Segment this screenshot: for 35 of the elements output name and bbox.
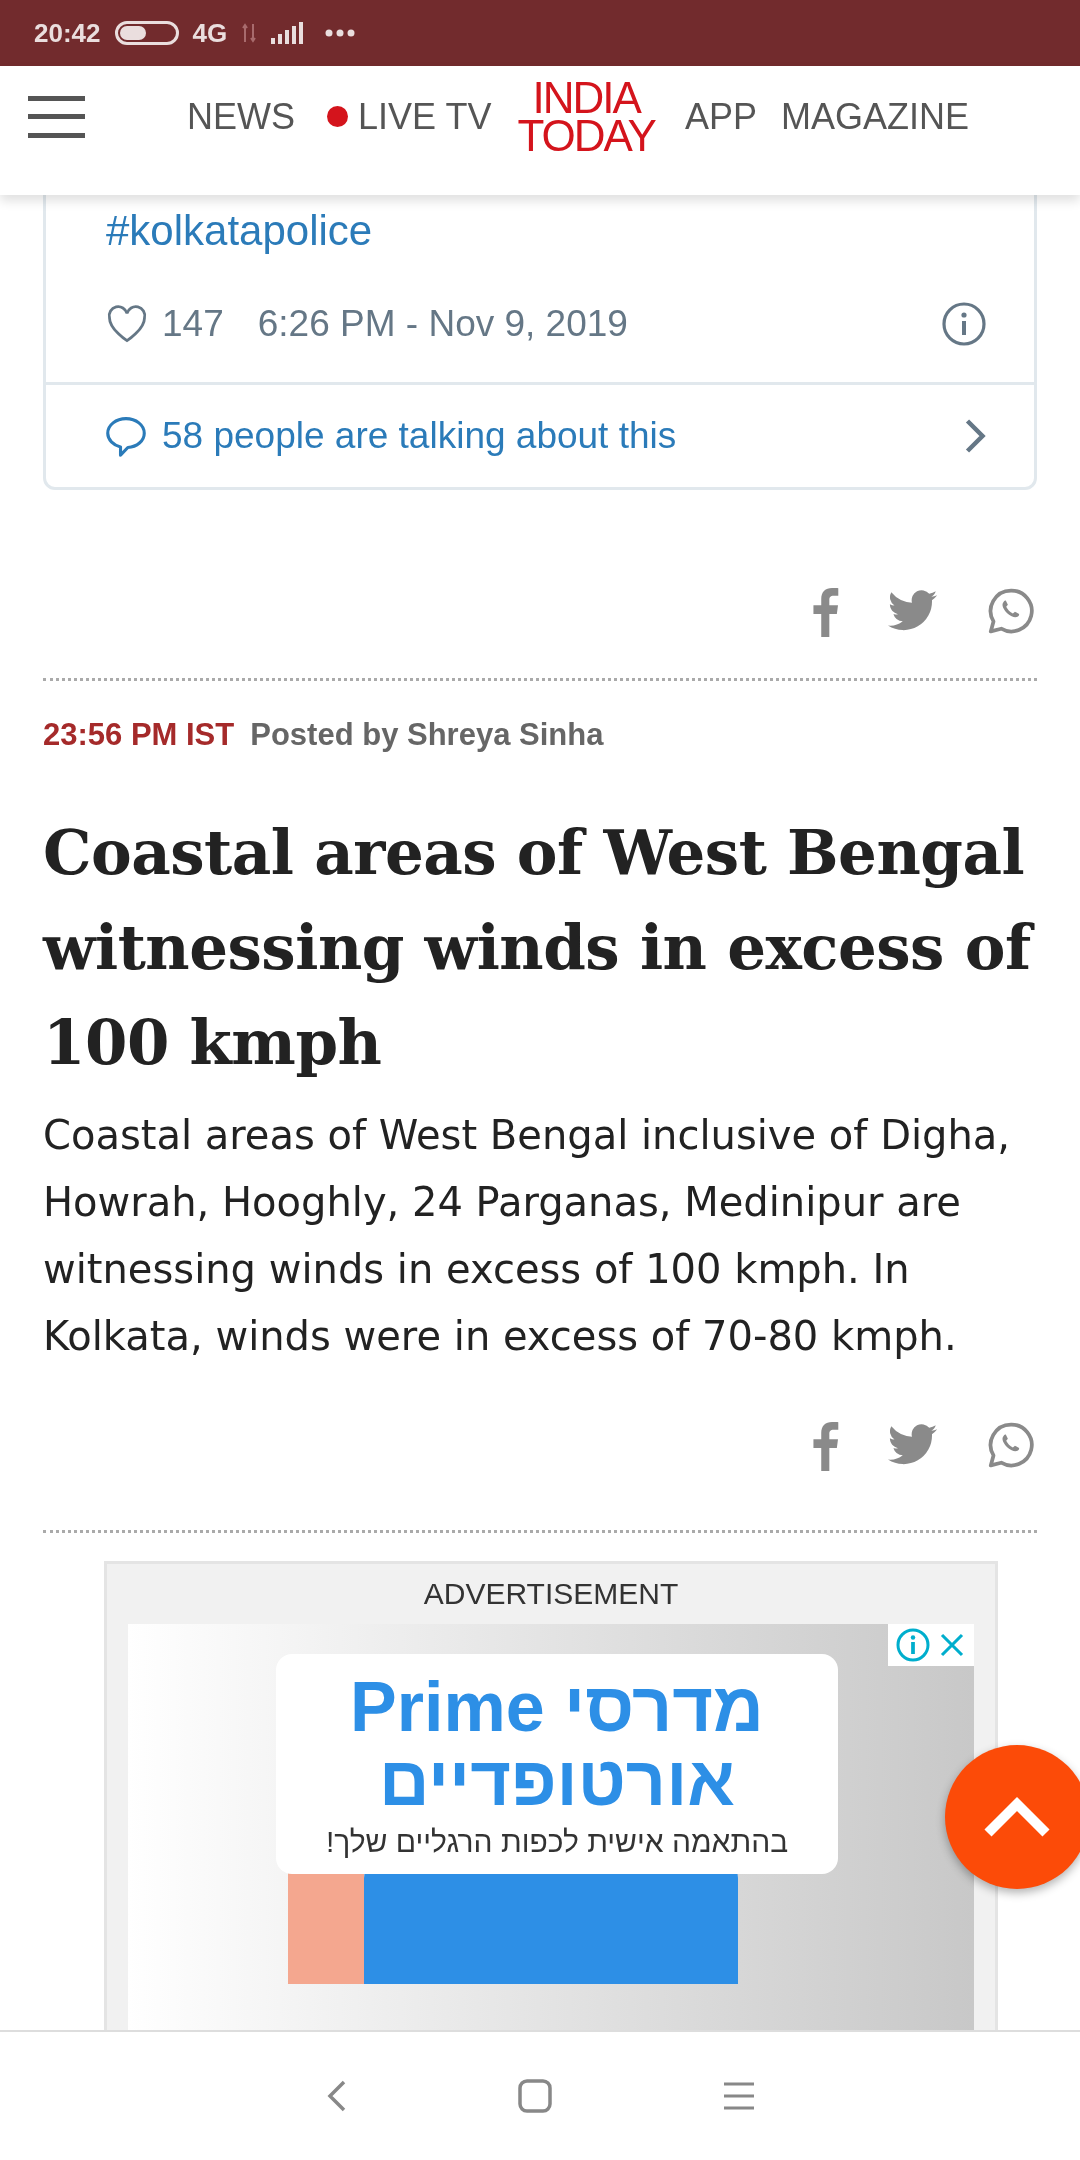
ad-choices-icon[interactable] bbox=[888, 1624, 974, 1666]
whatsapp-icon[interactable] bbox=[986, 1420, 1036, 1470]
tweet-timestamp[interactable]: 6:26 PM - Nov 9, 2019 bbox=[257, 296, 628, 352]
ad-title: מדרסי Prime bbox=[350, 1670, 764, 1744]
network-type: 4G bbox=[192, 16, 228, 50]
post-time: 23:56 PM IST bbox=[43, 716, 235, 754]
nav-link[interactable]: APP bbox=[684, 89, 757, 144]
nav-link[interactable]: MAGAZINE bbox=[780, 89, 969, 144]
facebook-icon[interactable] bbox=[810, 585, 840, 637]
info-icon[interactable] bbox=[940, 300, 988, 348]
home-icon[interactable] bbox=[518, 2079, 552, 2113]
byline: Posted by Shreya Sinha bbox=[250, 716, 604, 754]
logo[interactable]: INDIA TODAY bbox=[517, 79, 655, 154]
like-count: 147 bbox=[162, 302, 224, 347]
hashtag-link[interactable]: #kolkatapolice bbox=[106, 206, 974, 256]
more-icon bbox=[325, 28, 356, 38]
ad-tagline: בהתאמה אישית לכפות הרגליים שלך! bbox=[325, 1824, 789, 1860]
discussion-link[interactable]: 58 people are talking about this bbox=[46, 385, 1034, 487]
menu-icon[interactable] bbox=[722, 2081, 756, 2111]
nav-link[interactable]: NEWS bbox=[187, 89, 295, 144]
chevron-up-icon bbox=[982, 1795, 1052, 1839]
headline: Coastal areas of West Bengal witnessing winds in excess of 100 kmph bbox=[43, 805, 1037, 1090]
advertisement-label: ADVERTISEMENT bbox=[423, 1576, 679, 1612]
menu-icon[interactable] bbox=[28, 95, 85, 138]
live-tv-link[interactable]: LIVE TV bbox=[327, 89, 492, 144]
article-paragraph: Coastal areas of West Bengal inclusive of Digha, Howrah, Hooghly, 24 Parganas, Medinipur are witnessing winds in excess of 100 kmph. In Kolkata, winds were in excess of 70-80 kmph. bbox=[43, 1111, 1011, 1361]
ad-title: אורטופדיים bbox=[378, 1744, 736, 1818]
twitter-icon[interactable] bbox=[888, 1424, 938, 1466]
twitter-icon[interactable] bbox=[888, 590, 938, 632]
whatsapp-icon[interactable] bbox=[986, 586, 1036, 636]
clock: 20:42 bbox=[34, 16, 101, 50]
heart-icon[interactable] bbox=[106, 304, 148, 344]
speech-bubble-icon bbox=[104, 415, 148, 457]
battery-icon bbox=[114, 21, 179, 45]
facebook-icon[interactable] bbox=[810, 1419, 840, 1471]
